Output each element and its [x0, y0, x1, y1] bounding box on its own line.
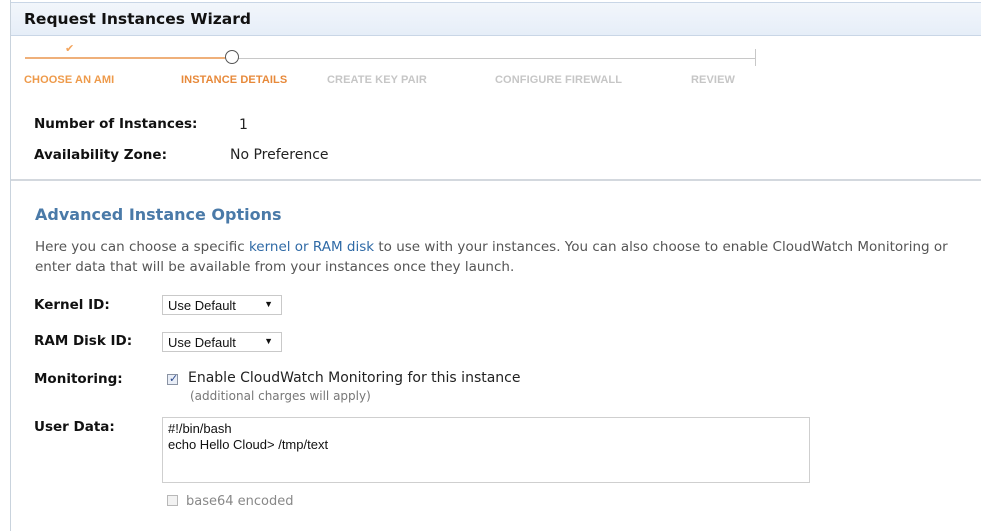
ram-disk-id-label: RAM Disk ID:	[34, 333, 133, 349]
current-step-circle-icon	[225, 50, 239, 64]
step-create-key-pair: CREATE KEY PAIR	[327, 74, 427, 86]
section-divider	[11, 179, 981, 181]
user-data-textarea[interactable]: #!/bin/bash echo Hello Cloud> /tmp/text	[162, 417, 810, 483]
monitoring-charges-note: (additional charges will apply)	[190, 389, 371, 403]
wizard-stepper: ✔ CHOOSE AN AMI INSTANCE DETAILS CREATE …	[11, 36, 981, 96]
wizard-panel: Request Instances Wizard ✔ CHOOSE AN AMI…	[10, 0, 981, 531]
step-configure-firewall: CONFIGURE FIREWALL	[495, 74, 623, 86]
dropdown-arrow-icon: ▼	[264, 336, 273, 346]
checkmark-icon: ✓	[169, 372, 179, 385]
description-text-start: Here you can choose a specific	[35, 239, 249, 255]
monitoring-label: Monitoring:	[34, 371, 123, 387]
step-choose-ami[interactable]: CHOOSE AN AMI	[24, 74, 114, 86]
base64-encoded-checkbox[interactable]	[167, 495, 178, 506]
ram-disk-id-select[interactable]: Use Default ▼	[162, 332, 282, 352]
checkmark-icon: ✔	[65, 42, 75, 55]
availability-zone-label: Availability Zone:	[34, 147, 167, 163]
advanced-options-heading: Advanced Instance Options	[35, 205, 282, 224]
step-instance-details: INSTANCE DETAILS	[181, 74, 288, 86]
kernel-id-select[interactable]: Use Default ▼	[162, 295, 282, 315]
ram-disk-id-selected-value: Use Default	[168, 335, 236, 350]
wizard-title-bar: Request Instances Wizard	[11, 2, 981, 36]
progress-line-end-tick	[755, 49, 756, 66]
kernel-id-label: Kernel ID:	[34, 297, 110, 313]
monitoring-checkbox-label[interactable]: Enable CloudWatch Monitoring for this in…	[188, 370, 521, 386]
kernel-id-selected-value: Use Default	[168, 298, 236, 313]
progress-line-complete	[25, 57, 225, 59]
user-data-label: User Data:	[34, 419, 115, 435]
progress-line-remaining	[237, 58, 755, 59]
advanced-options-description: Here you can choose a specific kernel or…	[35, 237, 980, 277]
number-of-instances-label: Number of Instances:	[34, 116, 198, 132]
base64-encoded-label[interactable]: base64 encoded	[186, 494, 294, 509]
kernel-ramdisk-link[interactable]: kernel or RAM disk	[249, 239, 374, 255]
step-review: REVIEW	[691, 74, 735, 86]
monitoring-checkbox[interactable]: ✓	[167, 372, 179, 385]
availability-zone-value: No Preference	[230, 147, 329, 163]
dropdown-arrow-icon: ▼	[264, 299, 273, 309]
wizard-title: Request Instances Wizard	[24, 10, 252, 28]
number-of-instances-value: 1	[239, 117, 248, 133]
